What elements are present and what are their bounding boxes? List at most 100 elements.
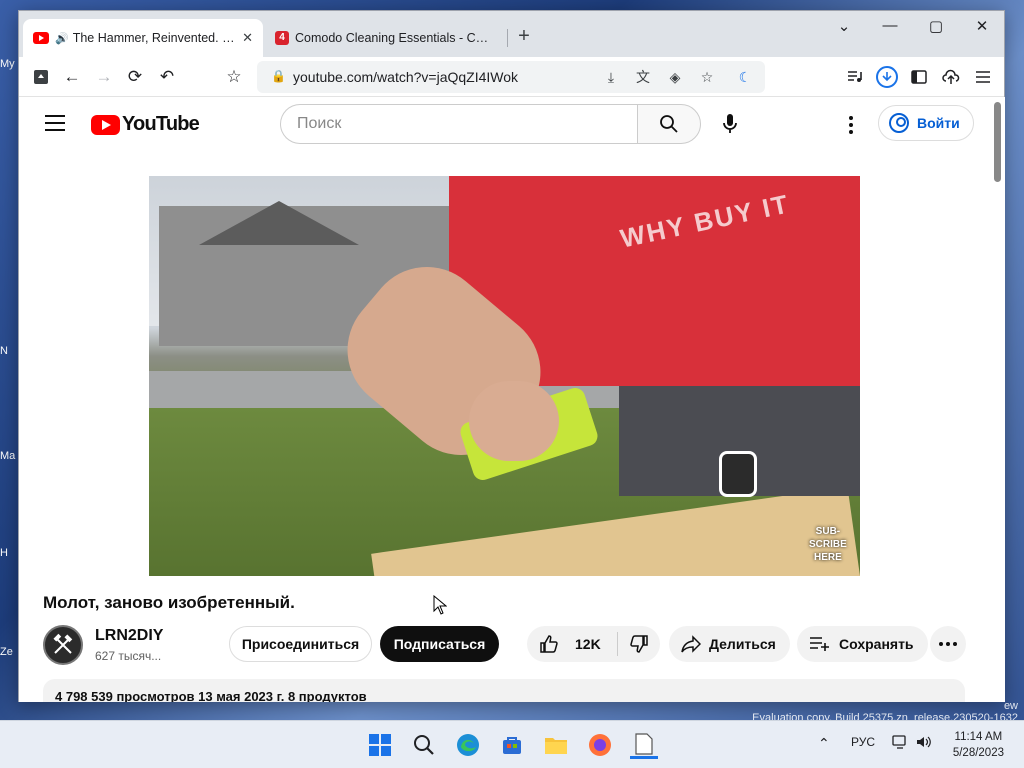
dark-mode-moon-icon[interactable]: ☾ xyxy=(735,67,755,87)
view-count-date: 4 798 539 просмотров 13 мая 2023 г. 8 пр… xyxy=(55,689,367,702)
search-icon xyxy=(660,115,678,133)
minimize-button[interactable]: — xyxy=(867,17,913,34)
watermark-line-1: ew xyxy=(1003,700,1018,712)
youtube-favicon-icon xyxy=(33,32,49,44)
video-frame-hand xyxy=(469,381,559,461)
join-button[interactable]: Присоединиться xyxy=(229,626,372,662)
browser-menu-icon[interactable] xyxy=(971,65,995,89)
notepad-icon[interactable] xyxy=(630,731,658,759)
subscribe-overlay[interactable]: SUB- SCRIBE HERE xyxy=(809,525,847,564)
desktop-icon-label[interactable]: My xyxy=(0,58,20,88)
sign-in-label: Войти xyxy=(917,115,960,131)
favorite-star-icon[interactable]: ☆ xyxy=(697,67,717,87)
microphone-icon xyxy=(723,114,737,133)
desktop-icon-label[interactable]: Ze xyxy=(0,646,20,676)
video-title: Молот, заново изобретенный. xyxy=(43,593,295,612)
tab-youtube[interactable]: 🔊 The Hammer, Reinvented. - You ✕ xyxy=(23,19,263,57)
voice-search-button[interactable] xyxy=(713,107,747,141)
tab-search-button[interactable]: ⌄ xyxy=(821,17,867,35)
firefox-icon[interactable] xyxy=(586,731,614,759)
search-taskbar-button[interactable] xyxy=(410,731,438,759)
url-text[interactable]: youtube.com/watch?v=jaQqZI4IWok xyxy=(293,69,518,85)
new-tab-button[interactable]: + xyxy=(513,25,535,48)
system-clock[interactable]: 11:14 AM 5/28/2023 xyxy=(953,729,1004,761)
subscriber-count: 627 тысяч... xyxy=(95,649,162,663)
youtube-logo-text: YouTube xyxy=(122,113,200,135)
video-player[interactable]: WHY BUY IT SUB- SCRIBE HERE xyxy=(149,176,860,576)
save-button[interactable]: Сохранять xyxy=(797,626,928,662)
desktop-icon-label[interactable]: H xyxy=(0,547,20,577)
windows-logo-icon xyxy=(369,734,391,756)
language-indicator[interactable]: РУС xyxy=(851,735,875,749)
like-dislike-group: 12K xyxy=(527,626,660,662)
share-button[interactable]: Делиться xyxy=(669,626,790,662)
reload-button[interactable]: ⟳ xyxy=(123,65,147,89)
description-box[interactable]: 4 798 539 просмотров 13 мая 2023 г. 8 пр… xyxy=(43,679,965,702)
youtube-logo[interactable]: YouTube xyxy=(91,113,200,136)
clock-date: 5/28/2023 xyxy=(952,747,1004,759)
like-count: 12K xyxy=(575,636,601,652)
youtube-play-icon xyxy=(91,114,120,135)
channel-avatar[interactable] xyxy=(43,625,83,665)
close-tab-icon[interactable]: ✕ xyxy=(242,30,253,46)
tab-title: The Hammer, Reinvented. - You xyxy=(72,31,237,45)
speaker-icon[interactable]: 🔊 xyxy=(55,32,69,45)
forward-button[interactable]: → xyxy=(92,65,116,89)
settings-more-icon[interactable] xyxy=(841,113,861,137)
extension-layers-icon[interactable]: ◈ xyxy=(665,67,685,87)
desktop-icon-label[interactable]: Ma xyxy=(0,450,20,480)
save-label: Сохранять xyxy=(839,636,914,652)
file-explorer-icon[interactable] xyxy=(542,731,570,759)
dislike-button[interactable] xyxy=(619,626,659,662)
volume-icon[interactable] xyxy=(916,735,932,752)
translate-icon[interactable]: 文 xyxy=(633,67,653,87)
cloud-upload-icon[interactable] xyxy=(939,65,963,89)
mouse-cursor-icon xyxy=(433,594,448,620)
share-label: Делиться xyxy=(709,636,776,652)
back-button[interactable]: ← xyxy=(60,65,84,89)
show-hidden-icons-chevron-icon[interactable]: ⌃ xyxy=(818,735,830,752)
tab-comodo[interactable]: 4 Comodo Cleaning Essentials - Скачать xyxy=(265,19,503,57)
comodo-favicon-icon: 4 xyxy=(275,31,289,45)
search-input[interactable]: Поиск xyxy=(280,104,638,144)
lock-icon: 🔒 xyxy=(271,69,286,83)
close-window-button[interactable]: ✕ xyxy=(959,17,1004,35)
taskbar: ⌃ РУС 11:14 AM 5/28/2023 xyxy=(0,720,1024,768)
share-arrow-icon xyxy=(681,635,701,653)
sign-in-button[interactable]: Войти xyxy=(878,105,974,141)
search-button[interactable] xyxy=(637,104,701,144)
desktop-icons: My N Ma H Ze xyxy=(0,50,20,690)
desktop-icon-label[interactable]: N xyxy=(0,345,20,375)
video-frame-roof xyxy=(199,201,359,245)
undo-close-button[interactable]: ↶ xyxy=(155,65,179,89)
crossed-hammers-icon xyxy=(53,633,73,654)
channel-name[interactable]: LRN2DIY xyxy=(95,627,163,645)
bookmark-star-icon[interactable]: ☆ xyxy=(222,65,246,89)
clock-time: 11:14 AM xyxy=(954,731,1003,743)
subscribe-button[interactable]: Подписаться xyxy=(380,626,499,662)
vpn-icon[interactable] xyxy=(875,65,899,89)
page-scrollbar[interactable] xyxy=(990,97,1005,702)
like-button[interactable]: 12K xyxy=(527,626,617,662)
guide-menu-icon[interactable] xyxy=(45,115,65,131)
edge-browser-icon[interactable] xyxy=(454,731,482,759)
tab-title: Comodo Cleaning Essentials - Скачать xyxy=(295,31,493,45)
playlist-add-icon xyxy=(810,637,829,651)
scrollbar-thumb[interactable] xyxy=(994,102,1001,182)
browser-toolbar: ← → ⟳ ↶ ☆ 🔒 youtube.com/watch?v=jaQqZI4I… xyxy=(19,57,1004,97)
youtube-page: YouTube Поиск Войти WHY BUY IT SUB- SCRI… xyxy=(19,97,991,702)
thumbs-down-icon xyxy=(630,635,648,653)
install-app-icon[interactable]: ⤓ xyxy=(601,67,621,87)
side-panel-icon[interactable] xyxy=(907,65,931,89)
sidebar-toggle-icon[interactable] xyxy=(29,65,53,89)
start-button[interactable] xyxy=(366,731,394,759)
video-frame-watch xyxy=(719,451,757,497)
address-bar[interactable]: 🔒 youtube.com/watch?v=jaQqZI4IWok ⤓ 文 ◈ … xyxy=(257,61,765,93)
more-actions-button[interactable] xyxy=(930,626,966,662)
network-icon[interactable] xyxy=(892,735,908,752)
user-account-icon xyxy=(889,113,909,133)
media-controls-icon[interactable] xyxy=(843,65,867,89)
maximize-button[interactable]: ▢ xyxy=(913,17,959,35)
tab-divider xyxy=(507,29,508,47)
store-icon[interactable] xyxy=(498,731,526,759)
